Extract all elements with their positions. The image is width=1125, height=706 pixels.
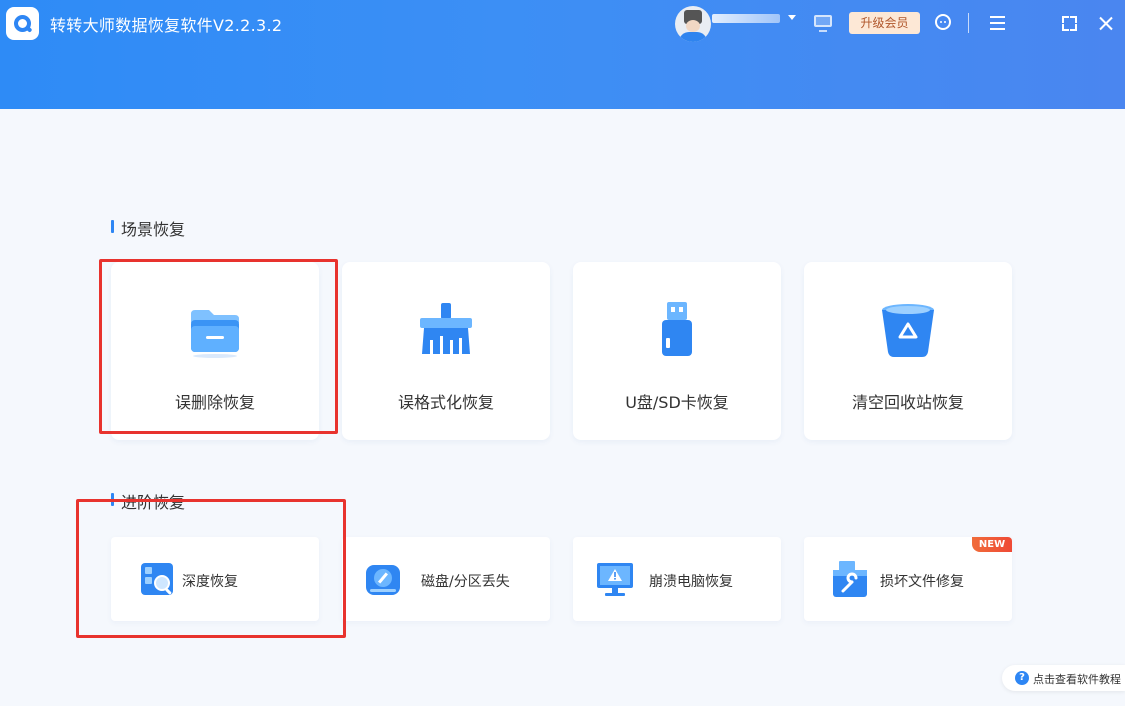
broom-icon: [416, 300, 476, 364]
highlight-box-deleted-recovery: [99, 259, 338, 434]
close-icon[interactable]: [1098, 15, 1115, 32]
customer-service-icon[interactable]: [935, 14, 951, 30]
card-disk-partition-lost[interactable]: 磁盘/分区丢失: [342, 537, 550, 621]
card-label: 清空回收站恢复: [851, 393, 964, 412]
card-label: 误格式化恢复: [397, 393, 494, 412]
maximize-icon[interactable]: [1062, 16, 1077, 31]
card-label: 崩溃电脑恢复: [649, 574, 733, 590]
help-tutorial-link[interactable]: ? 点击查看软件教程: [1002, 665, 1125, 691]
app-logo-icon: [6, 7, 39, 40]
card-format-recovery[interactable]: 误格式化恢复: [342, 262, 550, 440]
menu-icon[interactable]: [990, 16, 1005, 18]
card-crashed-pc-recovery[interactable]: 崩溃电脑恢复: [573, 537, 781, 621]
card-label: U盘/SD卡恢复: [625, 393, 729, 412]
title-bar: 转转大师数据恢复软件V2.2.3.2 升级会员: [0, 0, 1125, 109]
chevron-down-icon[interactable]: [788, 15, 796, 20]
monitor-icon[interactable]: [814, 15, 832, 32]
recycle-bin-icon: [878, 300, 938, 364]
section-title-scene: 场景恢复: [111, 216, 185, 240]
toolbar-divider: [968, 13, 969, 33]
app-title: 转转大师数据恢复软件V2.2.3.2: [50, 16, 283, 35]
highlight-box-deep-recovery: [76, 499, 346, 638]
card-label: 磁盘/分区丢失: [421, 574, 510, 590]
help-label: 点击查看软件教程: [1033, 673, 1121, 686]
card-label: 损坏文件修复: [880, 574, 964, 590]
new-badge: NEW: [972, 537, 1012, 552]
upgrade-member-button[interactable]: 升级会员: [849, 12, 920, 34]
card-usb-sd-recovery[interactable]: U盘/SD卡恢复: [573, 262, 781, 440]
crashed-monitor-icon: [595, 561, 635, 603]
disk-icon: [364, 561, 402, 603]
help-icon: ?: [1015, 671, 1029, 685]
card-file-repair[interactable]: NEW 损坏文件修复: [804, 537, 1012, 621]
usb-drive-icon: [647, 300, 707, 364]
card-recycle-bin-recovery[interactable]: 清空回收站恢复: [804, 262, 1012, 440]
user-avatar[interactable]: [675, 6, 711, 42]
file-repair-icon: [831, 561, 869, 603]
username-redacted[interactable]: [712, 14, 780, 23]
